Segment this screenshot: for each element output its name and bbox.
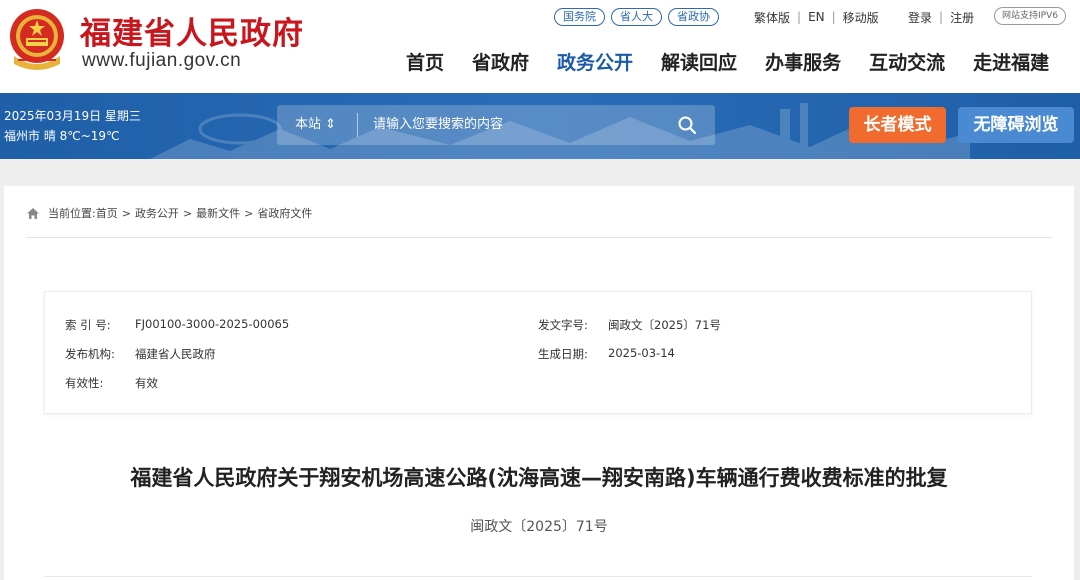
site-header: 福建省人民政府 www.fujian.gov.cn 国务院 省人大 省政协 繁体… (0, 0, 1080, 93)
account-links: 登录 | 注册 (908, 8, 974, 26)
search-icon[interactable] (677, 115, 697, 135)
version-links: 繁体版 | EN | 移动版 (754, 8, 879, 26)
link-english[interactable]: EN (808, 10, 825, 24)
search-input[interactable] (373, 105, 653, 145)
home-icon (27, 207, 39, 219)
search-divider (357, 113, 358, 137)
meta-index: 索 引 号: FJ00100-3000-2025-00065 (65, 317, 289, 333)
nav-about-fujian[interactable]: 走进福建 (973, 48, 1049, 75)
link-login[interactable]: 登录 (908, 9, 932, 26)
breadcrumb-separator: > (244, 206, 254, 220)
content-card: 当前位置: 首页 > 政务公开 > 最新文件 > 省政府文件 索 引 号: FJ… (4, 186, 1074, 580)
nav-interpretation[interactable]: 解读回应 (661, 48, 737, 75)
link-state-council[interactable]: 国务院 (554, 8, 605, 26)
meta-index-label: 索 引 号: (65, 318, 111, 332)
breadcrumb-public-affairs[interactable]: 政务公开 (135, 205, 179, 221)
article-title: 福建省人民政府关于翔安机场高速公路(沈海高速—翔安南路)车辆通行费收费标准的批复 (130, 466, 948, 490)
breadcrumb: 当前位置: 首页 > 政务公开 > 最新文件 > 省政府文件 (26, 205, 312, 221)
separator: | (939, 10, 944, 24)
link-provincial-congress[interactable]: 省人大 (611, 8, 662, 26)
meta-docno-label: 发文字号: (538, 318, 588, 332)
search-scope-select[interactable]: 本站 ⇕ (295, 105, 336, 145)
breadcrumb-latest-docs[interactable]: 最新文件 (196, 205, 240, 221)
breadcrumb-divider (26, 237, 1052, 238)
national-emblem-logo[interactable] (6, 6, 68, 72)
meta-docno-value: 闽政文〔2025〕71号 (608, 318, 721, 332)
meta-publisher-label: 发布机构: (65, 347, 115, 361)
top-links: 国务院 省人大 省政协 (554, 8, 719, 26)
meta-date-label: 生成日期: (538, 347, 588, 361)
site-url: www.fujian.gov.cn (82, 50, 242, 71)
meta-publisher-value: 福建省人民政府 (135, 347, 216, 361)
meta-index-value: FJ00100-3000-2025-00065 (135, 317, 290, 331)
nav-government[interactable]: 省政府 (472, 48, 529, 75)
current-date: 2025年03月19日 星期三 (4, 109, 141, 123)
site-title[interactable]: 福建省人民政府 (80, 8, 304, 53)
link-provincial-cppcc[interactable]: 省政协 (668, 8, 719, 26)
search-box: 本站 ⇕ (277, 105, 715, 145)
nav-interaction[interactable]: 互动交流 (869, 48, 945, 75)
nav-public-affairs[interactable]: 政务公开 (557, 48, 633, 75)
ipv6-badge: 网站支持IPV6 (994, 7, 1066, 25)
link-register[interactable]: 注册 (950, 9, 974, 26)
meta-publisher: 发布机构: 福建省人民政府 (65, 346, 216, 362)
meta-date-value: 2025-03-14 (608, 346, 675, 360)
breadcrumb-prefix: 当前位置: (48, 207, 96, 220)
separator: | (797, 10, 802, 24)
weather-info: 福州市 晴 8℃~19℃ (4, 129, 120, 143)
document-metadata: 索 引 号: FJ00100-3000-2025-00065 发文字号: 闽政文… (44, 291, 1032, 414)
meta-validity-label: 有效性: (65, 376, 104, 390)
accessibility-button[interactable]: 无障碍浏览 (958, 107, 1074, 143)
main-nav: 首页 省政府 政务公开 解读回应 办事服务 互动交流 走进福建 (406, 48, 1049, 75)
breadcrumb-gov-docs[interactable]: 省政府文件 (257, 205, 312, 221)
article-doc-number: 闽政文〔2025〕71号 (470, 519, 608, 535)
breadcrumb-separator: > (121, 206, 131, 220)
date-weather: 2025年03月19日 星期三 福州市 晴 8℃~19℃ (4, 106, 141, 146)
meta-validity-value: 有效 (135, 376, 158, 390)
meta-validity: 有效性: 有效 (65, 375, 158, 391)
meta-date: 生成日期: 2025-03-14 (538, 346, 675, 362)
breadcrumb-home[interactable]: 首页 (96, 205, 118, 221)
breadcrumb-separator: > (182, 206, 193, 220)
nav-services[interactable]: 办事服务 (765, 48, 841, 75)
meta-docno: 发文字号: 闽政文〔2025〕71号 (538, 317, 721, 333)
content-divider (44, 576, 1032, 577)
link-mobile[interactable]: 移动版 (843, 9, 879, 26)
elder-mode-button[interactable]: 长者模式 (849, 107, 946, 143)
link-traditional[interactable]: 繁体版 (754, 9, 790, 26)
separator: | (831, 10, 836, 24)
nav-home[interactable]: 首页 (406, 48, 444, 75)
